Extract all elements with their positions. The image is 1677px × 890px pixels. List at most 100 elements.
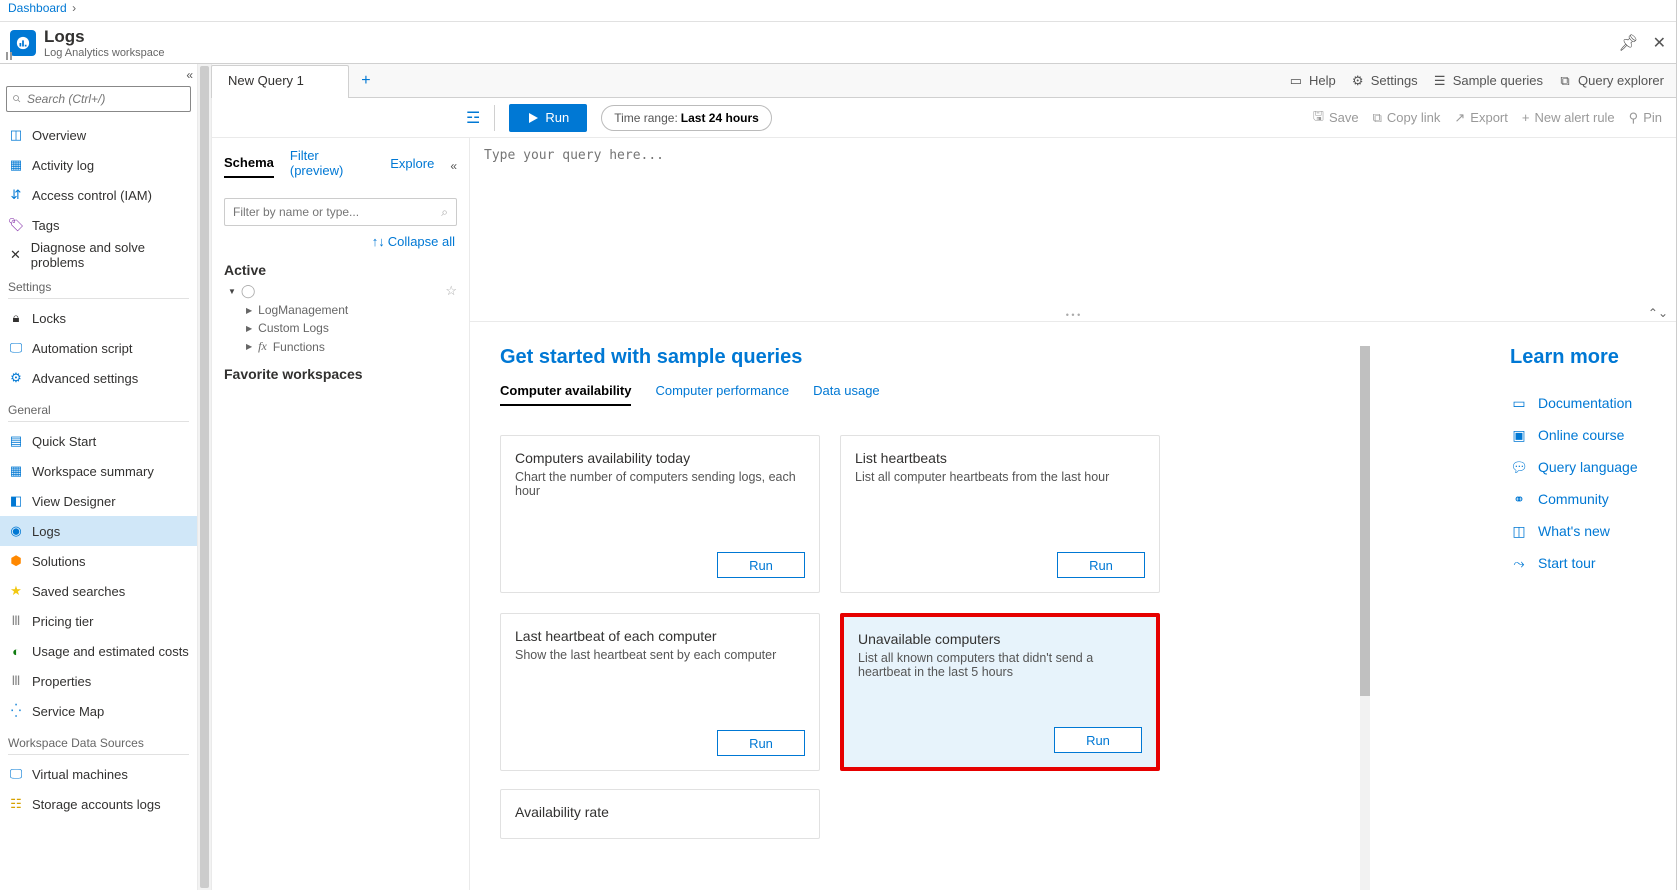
sidebar-item-tags[interactable]: 🏷︎Tags	[0, 210, 197, 240]
tree-workspace[interactable]: ▼◯☆	[224, 281, 457, 301]
sidebar-item-label: Diagnose and solve problems	[31, 240, 189, 270]
sidebar-item-diagnose[interactable]: ✕Diagnose and solve problems	[0, 240, 197, 270]
card-run-button[interactable]: Run	[717, 730, 805, 756]
sidebar-item-solutions[interactable]: ⬢Solutions	[0, 546, 197, 576]
sidebar-item-viewdesigner[interactable]: ◧View Designer	[0, 486, 197, 516]
list-icon: ☰	[1432, 73, 1448, 89]
sample-card-availability-rate: Availability rate	[500, 789, 820, 839]
chevron-up-down-icon[interactable]: ⌃⌄	[1648, 306, 1668, 320]
tree-node-functions[interactable]: ▶fxFunctions	[224, 337, 457, 356]
sidebar-collapse-icon[interactable]: «	[0, 68, 197, 86]
breadcrumb-root[interactable]: Dashboard	[8, 1, 67, 15]
sidebar-item-servicemap[interactable]: ⁛Service Map	[0, 696, 197, 726]
automation-icon: 🖵	[8, 340, 24, 356]
samples-scrollbar[interactable]	[1360, 346, 1370, 890]
sidebar-item-usage[interactable]: ◐Usage and estimated costs	[0, 636, 197, 666]
query-textarea[interactable]	[470, 138, 1676, 318]
copy-link-button: ⧉Copy link	[1373, 107, 1441, 129]
resize-handle[interactable]: • • •⌃⌄	[470, 310, 1676, 318]
sidebar-item-vm[interactable]: 🖵Virtual machines	[0, 759, 197, 789]
card-desc: Show the last heartbeat sent by each com…	[515, 648, 805, 662]
link-icon: ⧉	[1373, 110, 1382, 126]
tree-node-logmanagement[interactable]: ▶LogManagement	[224, 301, 457, 319]
card-desc: List all known computers that didn't sen…	[858, 651, 1142, 679]
sidebar-section-general: General	[0, 393, 197, 419]
save-label: Save	[1329, 110, 1359, 125]
learn-link-community[interactable]: ⚭Community	[1510, 483, 1638, 515]
sidebar-item-iam[interactable]: ⇵Access control (IAM)	[0, 180, 197, 210]
close-icon[interactable]: ✕	[1653, 33, 1666, 53]
chevron-right-icon: ▶	[246, 306, 252, 315]
samples-tab-availability[interactable]: Computer availability	[500, 377, 631, 406]
explore-tab[interactable]: Explore	[390, 156, 434, 177]
samples-tab-performance[interactable]: Computer performance	[655, 377, 789, 406]
vm-icon: 🖵	[8, 766, 24, 782]
learn-link-language[interactable]: 💬︎Query language	[1510, 451, 1638, 483]
sidebar-item-overview[interactable]: ◫Overview	[0, 120, 197, 150]
search-icon: ⌕	[441, 205, 448, 220]
samples-tab-usage[interactable]: Data usage	[813, 377, 880, 406]
filter-tab[interactable]: Filter (preview)	[290, 148, 374, 184]
sidebar-item-label: Service Map	[32, 704, 104, 719]
learn-link-documentation[interactable]: ▭Documentation	[1510, 387, 1638, 419]
time-range-picker[interactable]: Time range: Last 24 hours	[601, 105, 772, 131]
card-run-button[interactable]: Run	[1054, 727, 1142, 753]
schema-collapse-icon[interactable]: «	[450, 159, 457, 173]
sidebar-item-automation[interactable]: 🖵Automation script	[0, 333, 197, 363]
export-icon: ↗	[1454, 110, 1465, 126]
learn-link-course[interactable]: ▣Online course	[1510, 419, 1638, 451]
play-icon	[527, 112, 539, 124]
tree-node-customlogs[interactable]: ▶Custom Logs	[224, 319, 457, 337]
sidebar-item-locks[interactable]: 🔒︎Locks	[0, 303, 197, 333]
new-alert-button: +New alert rule	[1522, 107, 1615, 129]
sidebar-item-advanced[interactable]: ⚙Advanced settings	[0, 363, 197, 393]
sidebar-scrollbar[interactable]	[198, 64, 212, 890]
favorite-star-icon[interactable]: ☆	[445, 283, 457, 299]
sidebar-item-properties[interactable]: ⅢProperties	[0, 666, 197, 696]
sidebar-item-activity[interactable]: ▦Activity log	[0, 150, 197, 180]
help-button[interactable]: ▭Help	[1288, 73, 1336, 89]
sidebar-item-label: Locks	[32, 311, 66, 326]
tab-new-query[interactable]: New Query 1	[211, 65, 349, 98]
schema-filter-input[interactable]	[233, 205, 441, 219]
learn-link-tour[interactable]: ⤳Start tour	[1510, 547, 1638, 579]
sidebar-item-storage[interactable]: ☷Storage accounts logs	[0, 789, 197, 819]
sidebar-item-label: Access control (IAM)	[32, 188, 152, 203]
schema-filter[interactable]: ⌕	[224, 198, 457, 226]
sidebar-item-summary[interactable]: ▦Workspace summary	[0, 456, 197, 486]
overview-icon: ◫	[8, 127, 24, 143]
query-explorer-button[interactable]: ⧉Query explorer	[1557, 73, 1664, 89]
activity-icon: ▦	[8, 157, 24, 173]
sidebar-item-logs[interactable]: ◉Logs	[0, 516, 197, 546]
scrollbar-thumb[interactable]	[1360, 346, 1370, 696]
card-title: List heartbeats	[855, 450, 1145, 466]
sidebar-search-input[interactable]	[27, 92, 184, 106]
quickstart-icon: ▤	[8, 433, 24, 449]
card-run-button[interactable]: Run	[717, 552, 805, 578]
sample-queries-button[interactable]: ☰Sample queries	[1432, 73, 1543, 89]
run-button[interactable]: Run	[509, 104, 587, 132]
query-editor[interactable]	[470, 138, 1676, 322]
sidebar-search[interactable]	[6, 86, 191, 112]
pin-icon: ⚲	[1629, 110, 1639, 126]
sidebar-item-saved[interactable]: ★Saved searches	[0, 576, 197, 606]
sidebar-item-quickstart[interactable]: ▤Quick Start	[0, 426, 197, 456]
save-button: 🖫Save	[1313, 107, 1359, 129]
learn-link-whatsnew[interactable]: ◫What's new	[1510, 515, 1638, 547]
wand-icon: ⤳	[1510, 554, 1528, 572]
chevron-right-icon: ▶	[246, 342, 252, 351]
gear-icon: ⚙	[8, 370, 24, 386]
settings-button[interactable]: ⚙Settings	[1350, 73, 1418, 89]
add-tab-button[interactable]: +	[349, 64, 383, 97]
card-run-button[interactable]: Run	[1057, 552, 1145, 578]
sidebar: « ◫Overview ▦Activity log ⇵Access contro…	[0, 64, 198, 890]
explorer-icon: ⧉	[1557, 73, 1573, 89]
learn-link-label: Online course	[1538, 427, 1624, 443]
sample-card-unavailable-computers: Unavailable computers List all known com…	[840, 613, 1160, 771]
schema-tab[interactable]: Schema	[224, 155, 274, 178]
learn-link-label: Documentation	[1538, 395, 1632, 411]
collapse-all-button[interactable]: ↑↓Collapse all	[212, 234, 469, 259]
pin-icon[interactable]: 📌︎	[1618, 33, 1638, 53]
sliders-icon[interactable]: ☲	[466, 108, 480, 128]
sidebar-item-pricing[interactable]: ⅢPricing tier	[0, 606, 197, 636]
